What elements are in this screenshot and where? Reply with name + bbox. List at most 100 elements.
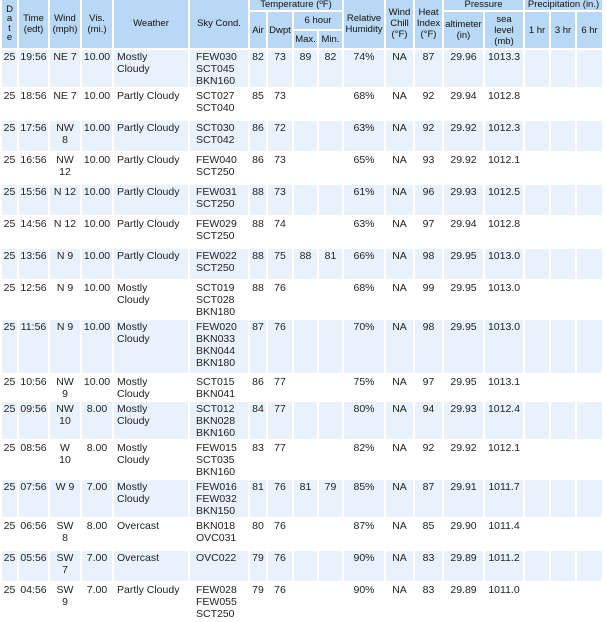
cell-air-temp: 79 [250,551,266,581]
cell-date: 25 [2,153,17,183]
cell-altimeter: 29.95 [444,375,483,400]
cell-wind: W 9 [50,480,80,517]
cell-precip-1hr [525,50,549,87]
cell-six-hour-min [319,320,342,373]
cell-sea-level-pressure: 1011.7 [485,480,523,517]
cell-time: 12:56 [19,281,48,318]
cell-dewpoint: 73 [268,89,292,119]
cell-time: 18:56 [19,89,48,119]
weather-observations-table: Date Time (edt) Wind (mph) Vis. (mi.) Weath… [0,0,604,622]
cell-sea-level-pressure: 1013.0 [485,320,523,373]
cell-sky-condition: FEW020 BKN033 BKN044 BKN180 [190,320,248,373]
cell-precip-3hr [551,551,575,581]
cell-sky-condition: SCT027 SCT040 [190,89,248,119]
cell-time: 11:56 [19,320,48,373]
cell-six-hour-max [294,583,317,620]
cell-date: 25 [2,281,17,318]
cell-six-hour-min [319,121,342,151]
observations-body: 25 19:56 NE 7 10.00 Mostly Cloudy FEW030 SCT045… [2,50,602,620]
col-wind-chill: Wind Chill (°F) [386,0,413,48]
cell-date: 25 [2,50,17,87]
col-date: Date [2,0,17,48]
cell-date: 25 [2,480,17,517]
cell-wind: SW 7 [50,551,80,581]
observation-row: 25 19:56 NE 7 10.00 Mostly Cloudy FEW030 SCT045… [2,50,602,87]
observation-row: 25 07:56 W 9 7.00 Mostly Cloudy FEW016 FEW032 BK… [2,480,602,517]
cell-precip-6hr [577,375,602,400]
cell-sea-level-pressure: 1012.5 [485,185,523,215]
cell-dewpoint: 76 [268,519,292,549]
col-pressure: Pressure [444,0,523,10]
col-relative-humidity: Relative Humidity [344,0,384,48]
cell-precip-6hr [577,441,602,478]
observation-row: 25 15:56 N 12 10.00 Partly Cloudy FEW031 SCT25… [2,185,602,215]
cell-precip-6hr [577,249,602,279]
cell-relative-humidity: 82% [344,441,384,478]
cell-visibility: 10.00 [82,320,112,373]
cell-relative-humidity: 63% [344,217,384,247]
cell-sky-condition: FEW030 SCT045 BKN160 [190,50,248,87]
cell-wind-chill: NA [386,375,413,400]
cell-visibility: 10.00 [82,217,112,247]
cell-precip-1hr [525,281,549,318]
cell-precip-3hr [551,50,575,87]
cell-date: 25 [2,185,17,215]
col-sea-level: sea level (mb) [485,12,523,48]
cell-air-temp: 86 [250,375,266,400]
cell-heat-index: 92 [415,89,442,119]
cell-heat-index: 94 [415,402,442,439]
cell-precip-6hr [577,50,602,87]
cell-air-temp: 88 [250,217,266,247]
cell-heat-index: 87 [415,480,442,517]
cell-sea-level-pressure: 1012.8 [485,89,523,119]
cell-weather: Overcast [114,519,188,549]
cell-altimeter: 29.91 [444,480,483,517]
cell-dewpoint: 77 [268,375,292,400]
cell-sky-condition: SCT030 SCT042 [190,121,248,151]
cell-precip-6hr [577,480,602,517]
cell-heat-index: 92 [415,121,442,151]
cell-visibility: 8.00 [82,441,112,478]
cell-sea-level-pressure: 1012.1 [485,441,523,478]
cell-precip-3hr [551,281,575,318]
cell-time: 04:56 [19,583,48,620]
cell-sky-condition: SCT019 SCT028 BKN180 [190,281,248,318]
cell-precip-3hr [551,320,575,373]
cell-precip-1hr [525,402,549,439]
cell-precip-6hr [577,185,602,215]
cell-weather: Mostly Cloudy [114,50,188,87]
cell-wind: N 12 [50,185,80,215]
col-wind: Wind (mph) [50,0,80,48]
cell-six-hour-max [294,217,317,247]
cell-date: 25 [2,320,17,373]
cell-relative-humidity: 87% [344,519,384,549]
cell-altimeter: 29.95 [444,320,483,373]
observation-row: 25 06:56 SW 8 8.00 Overcast BKN018 OVC031 80 76 87… [2,519,602,549]
cell-six-hour-min [319,583,342,620]
observation-row: 25 04:56 SW 9 7.00 Partly Cloudy FEW028 FEW055 S… [2,583,602,620]
cell-weather: Partly Cloudy [114,217,188,247]
col-precip-6hr: 6 hr [577,12,602,48]
cell-relative-humidity: 70% [344,320,384,373]
cell-precip-3hr [551,89,575,119]
cell-altimeter: 29.94 [444,217,483,247]
cell-sky-condition: OVC022 [190,551,248,581]
cell-heat-index: 98 [415,320,442,373]
cell-weather: Partly Cloudy [114,185,188,215]
cell-six-hour-max [294,89,317,119]
cell-wind: NW 8 [50,121,80,151]
cell-precip-3hr [551,402,575,439]
cell-air-temp: 84 [250,402,266,439]
cell-dewpoint: 77 [268,441,292,478]
cell-wind: NW 12 [50,153,80,183]
cell-dewpoint: 74 [268,217,292,247]
cell-sea-level-pressure: 1011.0 [485,583,523,620]
cell-altimeter: 29.92 [444,441,483,478]
cell-precip-1hr [525,320,549,373]
observation-row: 25 11:56 N 9 10.00 Mostly Cloudy FEW020 BKN033 B… [2,320,602,373]
cell-wind-chill: NA [386,519,413,549]
cell-precip-3hr [551,583,575,620]
cell-wind-chill: NA [386,480,413,517]
cell-date: 25 [2,441,17,478]
cell-relative-humidity: 90% [344,551,384,581]
